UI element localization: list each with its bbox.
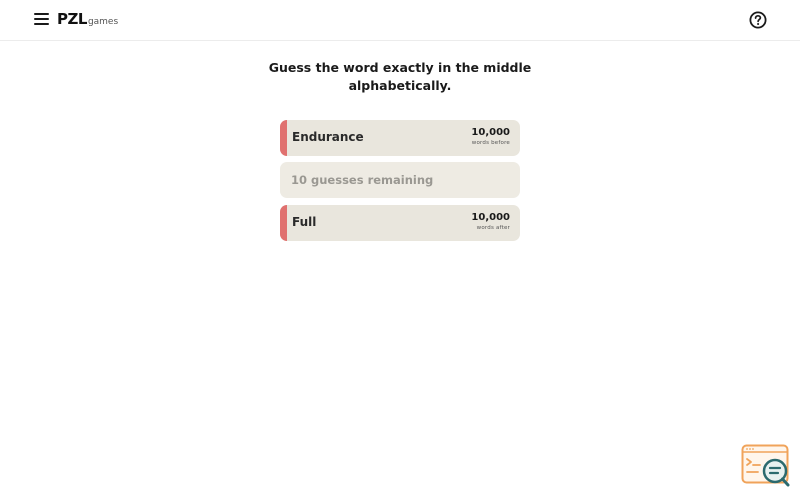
lower-bound-caption: words after — [476, 225, 510, 231]
instructions-line-2: alphabetically. — [348, 77, 452, 93]
guess-input[interactable] — [280, 162, 520, 198]
upper-bound-caption: words before — [471, 140, 510, 146]
upper-bound-count: 10,000 — [471, 127, 510, 138]
instructions-line-1: Guess the word exactly in the middle — [268, 60, 532, 75]
upper-bound-word: Endurance — [292, 130, 364, 144]
logo[interactable]: PZL games — [57, 10, 118, 30]
menu-icon[interactable] — [34, 13, 49, 27]
instructions: Guess the word exactly in the middle alp… — [240, 59, 560, 94]
top-bar: PZL games — [0, 0, 800, 41]
help-icon[interactable] — [749, 11, 767, 29]
lower-bound-count: 10,000 — [471, 212, 510, 223]
logo-main-text: PZL — [57, 10, 87, 28]
logo-sub-text: games — [87, 17, 119, 27]
feedback-icon[interactable] — [741, 444, 791, 488]
lower-bound-card: Full 10,000 words after — [280, 205, 520, 241]
upper-bound-card: Endurance 10,000 words before — [280, 120, 520, 156]
guess-card[interactable] — [280, 162, 520, 198]
lower-bound-word: Full — [292, 215, 317, 229]
